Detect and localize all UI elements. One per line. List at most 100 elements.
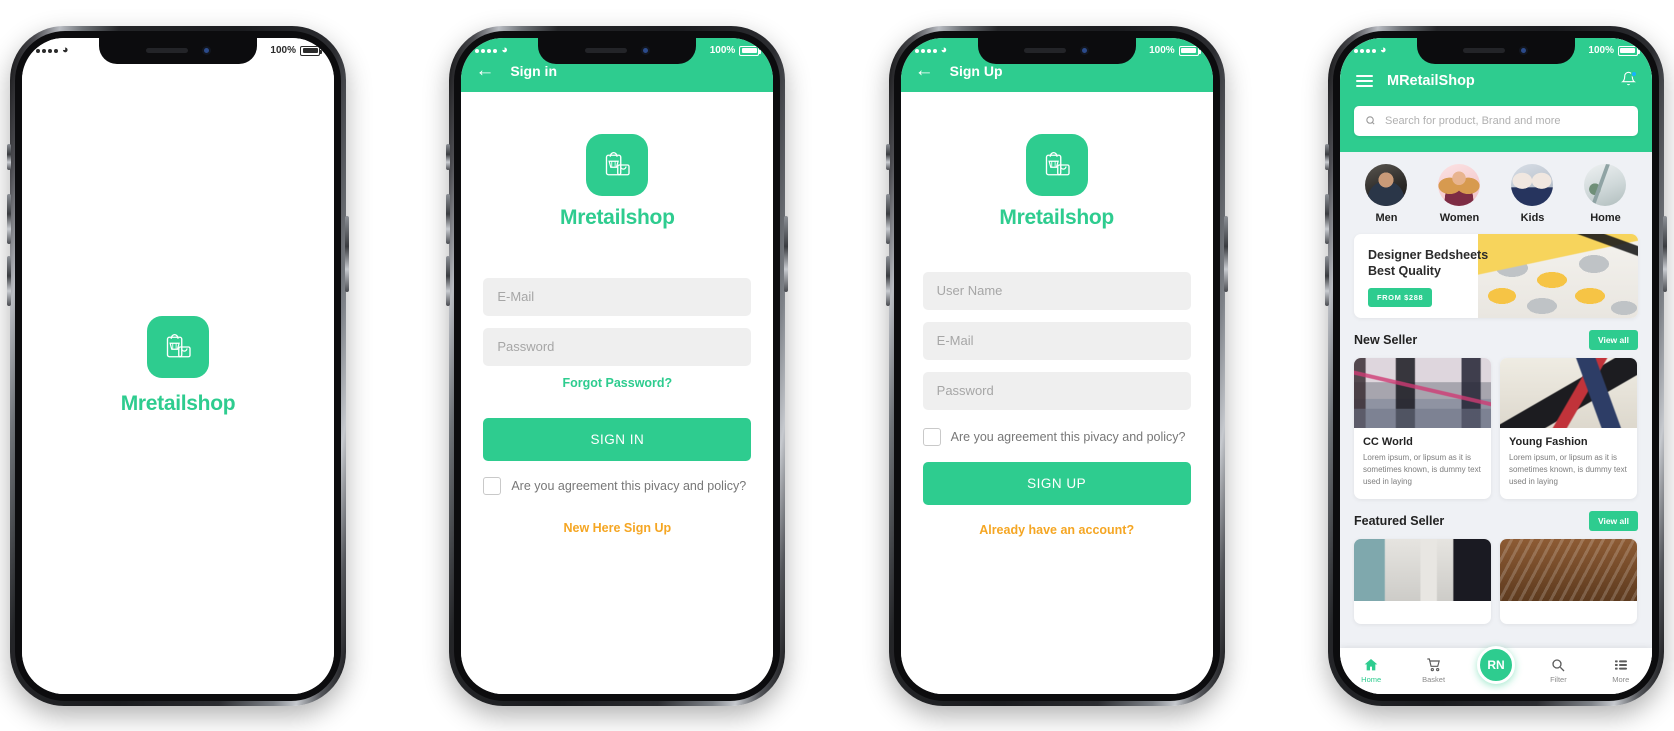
volume-up-button[interactable] [1324,193,1329,244]
volume-up-button[interactable] [446,193,451,244]
mute-switch[interactable] [1324,143,1329,170]
seller-card[interactable] [1353,538,1491,624]
notification-dot [1630,71,1637,77]
category-item-kids[interactable]: Kids [1503,163,1561,224]
new-seller-cards: CC World Lorem ipsum, or lipsum as it is… [1340,357,1652,499]
cart-icon [1426,658,1440,672]
card-description: Lorem ipsum, or lipsum as it is sometime… [1362,452,1481,486]
already-have-account-link[interactable]: Already have an account? [979,523,1134,537]
nav-item-basket[interactable]: Basket [1402,657,1464,684]
sign-up-link[interactable]: New Here Sign Up [563,521,671,535]
sign-in-button[interactable]: SIGN IN [483,417,752,461]
category-label: Men [1375,211,1398,224]
view-all-button[interactable]: View all [1588,329,1638,350]
password-placeholder: Password [936,383,994,398]
volume-down-button[interactable] [885,255,890,306]
battery-percent: 100% [709,45,736,56]
password-field[interactable]: Password [922,371,1191,410]
volume-down-button[interactable] [446,255,451,306]
email-field[interactable]: E-Mail [922,321,1191,360]
back-arrow-icon[interactable]: ← [475,61,494,80]
volume-down-button[interactable] [7,255,11,306]
username-field[interactable]: User Name [922,271,1191,310]
appbar-title: Sign Up [949,62,1003,79]
volume-down-button[interactable] [1324,255,1329,306]
profile-fab[interactable]: RN [1477,645,1515,684]
agreement-row[interactable]: Are you agreement this pivacy and policy… [483,476,751,495]
back-arrow-icon[interactable]: ← [915,61,934,80]
brand-block: Mretailshop [560,133,675,230]
section-title: New Seller [1353,332,1418,347]
front-camera-icon [1519,46,1529,55]
password-field[interactable]: Password [483,327,752,366]
mute-switch[interactable] [885,143,890,170]
card-description: Lorem ipsum, or lipsum as it is sometime… [1508,452,1627,486]
brand-block: Mretailshop [999,133,1114,230]
seller-card[interactable] [1499,538,1637,624]
seller-card[interactable]: Young Fashion Lorem ipsum, or lipsum as … [1499,357,1637,499]
agreement-checkbox[interactable] [922,427,941,446]
promo-banner[interactable]: Designer Bedsheets Best Quality FROM $28… [1353,233,1638,318]
status-bar-left: ◕ [475,45,508,56]
appbar-title: Sign in [510,62,557,79]
nav-item-profile[interactable]: RN [1465,645,1527,684]
notch [538,37,697,64]
mute-switch[interactable] [446,143,451,170]
signin-form: E-Mail Password Forgot Password? SIGN IN… [483,266,752,535]
battery-percent: 100% [1149,45,1175,56]
mall-interior-photo [1353,357,1491,428]
forgot-password-link[interactable]: Forgot Password? [562,376,672,390]
power-button[interactable] [784,215,789,292]
volume-up-button[interactable] [7,193,11,244]
nav-item-more[interactable]: More [1590,657,1652,684]
wifi-icon: ◕ [501,44,508,56]
list-icon [1614,660,1627,670]
women-avatar [1438,163,1481,206]
email-field[interactable]: E-Mail [483,277,752,316]
card-body [1354,601,1491,624]
category-item-women[interactable]: Women [1430,163,1488,224]
nav-item-filter[interactable]: Filter [1527,657,1589,684]
category-item-men[interactable]: Men [1357,163,1415,224]
furniture-store-photo [1353,538,1491,601]
nav-item-home[interactable]: Home [1340,657,1402,684]
email-placeholder: E-Mail [497,289,535,304]
agreement-checkbox[interactable] [483,476,502,495]
card-title: CC World [1362,435,1413,448]
search-input[interactable]: Search for product, Brand and more [1353,105,1638,136]
battery-icon [1617,45,1640,56]
wooden-decor-photo [1499,538,1637,601]
signin-body: Mretailshop E-Mail Password Forgot Passw… [461,91,774,694]
bedsheet-photo [1477,233,1638,318]
bell-icon[interactable] [1621,71,1637,90]
volume-up-button[interactable] [885,193,890,244]
hamburger-menu-icon[interactable] [1355,74,1373,87]
search-icon [1366,116,1375,125]
home-icon [1364,659,1378,671]
seller-card[interactable]: CC World Lorem ipsum, or lipsum as it is… [1353,357,1491,499]
phone-home: ◕ 100% MRetailShop Search for product, B… [1324,25,1667,706]
earpiece-speaker [145,48,188,53]
earpiece-speaker [1024,48,1067,53]
splash-content: Mretailshop [22,37,334,694]
battery-percent: 100% [270,45,296,56]
battery-icon [1178,45,1201,56]
status-bar-left: ◕ [36,45,69,56]
category-item-home[interactable]: Home [1576,163,1634,224]
view-all-button[interactable]: View all [1588,510,1638,531]
password-placeholder: Password [497,339,555,354]
mute-switch[interactable] [7,143,11,170]
power-button[interactable] [1662,215,1667,292]
power-button[interactable] [345,215,349,292]
shopper-woman-photo [1499,357,1637,428]
power-button[interactable] [1223,215,1228,292]
brand-name: Mretailshop [560,205,675,229]
username-placeholder: User Name [936,283,1003,298]
featured-seller-cards [1340,538,1652,624]
signal-dots-icon [914,48,937,53]
status-bar-left: ◕ [1353,45,1387,56]
home-app-title: MRetailShop [1386,72,1475,89]
battery-percent: 100% [1588,45,1614,56]
sign-up-button[interactable]: SIGN UP [922,461,1191,505]
agreement-row[interactable]: Are you agreement this pivacy and policy… [922,427,1191,446]
